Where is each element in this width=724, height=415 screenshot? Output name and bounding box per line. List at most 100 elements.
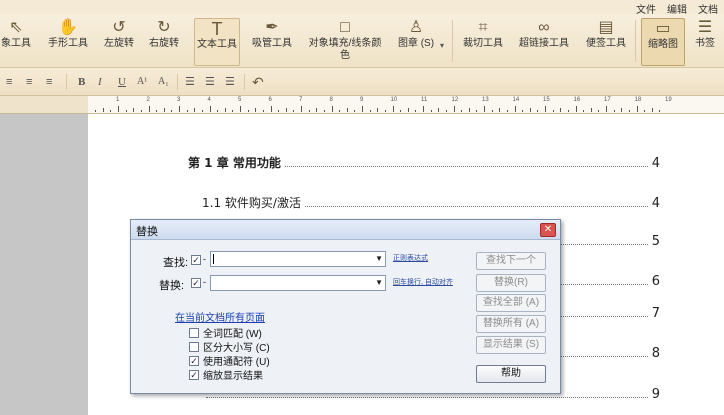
object-tool-button[interactable]: ⇖ 象工具 [0,18,38,66]
ruler-number: 4 [207,97,211,103]
subscript-button[interactable]: A₁ [158,74,169,90]
help-button[interactable]: 帮助 [476,365,546,383]
thumbnail-icon: ▭ [655,20,671,37]
search-scope-link[interactable]: 在当前文档所有页面 [175,309,265,324]
fill-stroke-color-button[interactable]: □ 对象填充/线条颜色 [304,18,386,66]
bold-button[interactable]: B [78,74,85,90]
ruler-tick [628,110,630,112]
ruler-tick [118,106,119,112]
bookmark-button[interactable]: ☰ 书签 [690,18,720,66]
replace-option-dropdown-icon[interactable]: - [203,277,206,287]
ruler-number: 12 [451,97,459,103]
ruler-tick [613,110,615,112]
rotate-left-button[interactable]: ↺ 左旋转 [99,18,139,66]
ruler-tick [659,110,661,112]
replace-label: 替换: [159,280,185,292]
ruler-tick [148,106,150,112]
wildcards-checkbox[interactable]: ✓ [189,355,199,366]
ruler-number: 16 [573,97,581,103]
indent-icon[interactable]: ☰ [225,74,235,90]
align-right-icon[interactable]: ≡ [46,74,52,90]
rotate-right-icon: ↻ [157,19,171,36]
rotate-left-icon: ↺ [112,19,126,36]
thumbnail-button[interactable]: ▭ 缩略图 [641,18,685,66]
ruler-number: 6 [268,97,272,103]
ruler-tick [651,108,653,112]
ruler-tick [606,106,607,112]
option-whole-word[interactable]: 全词匹配 (W) [189,325,262,340]
ruler-tick [499,108,501,112]
horizontal-ruler[interactable]: 1 2 3 4 5 6 7 8 9 10 11 12 13 14 15 16 17 18 19 [88,96,724,114]
ruler-corner [0,96,88,114]
match-case-checkbox[interactable] [189,341,199,352]
find-next-button[interactable]: 查找下一个 [476,252,546,270]
ruler-number: 11 [421,97,428,103]
toc-entry[interactable]: 1.1 软件购买/激活 4 [202,194,660,211]
stamp-tool-button[interactable]: ♙ 图章 (S) [396,18,436,66]
option-zoom-results[interactable]: ✓ 缩放显示结果 [189,367,263,382]
ruler-tick [95,110,97,112]
ruler-tick [438,108,440,112]
ruler-number: 2 [146,97,150,103]
underline-button[interactable]: U [118,74,126,90]
ruler-tick [407,108,409,112]
ruler-tick [476,110,478,112]
find-input[interactable]: ▼ [210,251,386,267]
chevron-down-icon[interactable]: ▼ [375,254,383,263]
hand-tool-button[interactable]: ✋ 手形工具 [44,18,92,66]
zoom-results-checkbox[interactable]: ✓ [189,369,199,380]
sticky-note-icon: ▤ [598,19,614,36]
ruler-tick [179,106,180,112]
hyperlink-tool-button[interactable]: ∞ 超链接工具 [516,18,572,66]
ruler-tick [529,108,531,112]
eyedropper-tool-button[interactable]: ✒ 吸管工具 [248,18,296,66]
replace-button[interactable]: 替换(R) [476,274,546,292]
find-all-button[interactable]: 查找全部 (A) [476,294,546,312]
whole-word-checkbox[interactable] [189,327,199,338]
option-match-case[interactable]: 区分大小写 (C) [189,339,270,354]
show-results-button[interactable]: 显示结果 (S) [476,336,546,354]
toc-leader [284,166,648,167]
find-option-dropdown-icon[interactable]: - [203,254,206,264]
format-separator [177,74,178,90]
ruler-tick [415,110,417,112]
undo-icon[interactable]: ↶ [252,74,264,90]
toc-entry[interactable]: 第 1 章 常用功能 4 [188,154,660,171]
ruler-number: 1 [116,97,120,103]
toc-leader [206,397,648,398]
ruler-tick [644,110,646,112]
ruler-tick [468,108,470,112]
align-left-icon[interactable]: ≡ [6,74,12,90]
ruler-tick [621,108,623,112]
ruler-tick [400,110,402,112]
chevron-down-icon[interactable]: ▼ [375,278,383,287]
ruler-tick [171,110,173,112]
ruler-tick [575,106,577,112]
stamp-dropdown-arrow-icon[interactable]: ▾ [440,38,444,54]
ribbon-separator [452,20,453,62]
line-spacing-icon[interactable]: ☰ [185,74,195,90]
replace-input[interactable]: ▼ [210,275,386,291]
align-center-icon[interactable]: ≡ [26,74,32,90]
superscript-button[interactable]: A¹ [137,74,147,90]
ruler-tick [430,110,432,112]
sticky-note-tool-button[interactable]: ▤ 便签工具 [583,18,629,66]
text-tool-button[interactable]: T 文本工具 [194,18,240,66]
cursor-icon: ⇖ [9,19,23,36]
ruler-tick [316,108,318,112]
ruler-tick [392,106,394,112]
find-label: 查找: [163,257,189,269]
find-hint-link[interactable]: 正则表达式 [393,253,428,263]
paragraph-spacing-icon[interactable]: ☰ [205,74,215,90]
replace-hint-link[interactable]: 回车换行, 自动对齐 [393,277,453,287]
replace-option-checkbox[interactable]: ✓ [191,278,201,288]
rotate-right-button[interactable]: ↻ 右旋转 [144,18,184,66]
close-icon[interactable]: ✕ [540,223,556,237]
crop-tool-button[interactable]: ⌗ 裁切工具 [460,18,506,66]
option-wildcards[interactable]: ✓ 使用通配符 (U) [189,353,270,368]
replace-dialog: 替换 ✕ 查找: ✓ - ▼ 正则表达式 替换: ✓ - ▼ 回车换行, 自动对… [130,219,561,394]
find-option-checkbox[interactable]: ✓ [191,255,201,265]
replace-all-button[interactable]: 替换所有 (A) [476,315,546,333]
dialog-titlebar[interactable]: 替换 ✕ [131,220,560,240]
italic-button[interactable]: I [98,74,102,90]
